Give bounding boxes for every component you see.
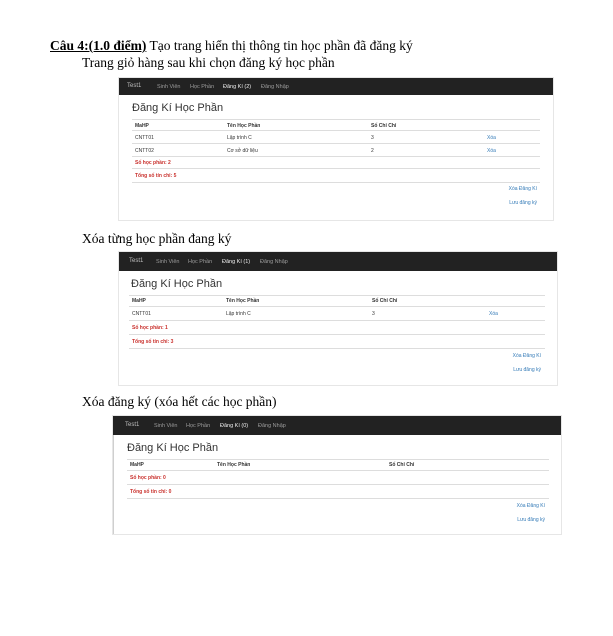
row-code: CNTT01 — [132, 311, 151, 317]
window-border — [113, 435, 114, 534]
column-header-name: Tên Học Phần — [227, 123, 261, 129]
column-header-credits: Số Chỉ Chỉ — [371, 123, 397, 129]
column-header-name: Tên Học Phần — [217, 462, 251, 468]
course-count: Số học phần: 0 — [130, 475, 166, 481]
screenshot-delete-one: Test1 Sinh Viên Học Phần Đăng Kí (1) Đăn… — [119, 252, 557, 385]
divider — [129, 306, 545, 307]
divider — [132, 143, 540, 144]
row-credits: 3 — [371, 135, 374, 141]
divider — [129, 295, 545, 296]
save-registration-button[interactable]: Lưu đăng ký — [513, 367, 541, 373]
nav-item-hoc-phan[interactable]: Học Phần — [186, 423, 210, 429]
question-label: Câu 4:(1.0 điểm) — [50, 38, 147, 53]
credit-total: Tổng số tín chỉ: 5 — [135, 173, 177, 179]
divider — [127, 498, 549, 499]
nav-brand[interactable]: Test1 — [125, 422, 139, 428]
divider — [127, 470, 549, 471]
divider — [132, 156, 540, 157]
question-text: Tạo trang hiển thị thông tin học phần đã… — [146, 38, 413, 53]
caption-delete-all: Xóa đăng ký (xóa hết các học phần) — [82, 394, 277, 409]
column-header-code: MaHP — [130, 462, 144, 468]
credit-total: Tổng số tín chỉ: 3 — [132, 339, 174, 345]
divider — [132, 130, 540, 131]
nav-item-hoc-phan[interactable]: Học Phần — [190, 84, 214, 90]
nav-brand[interactable]: Test1 — [127, 83, 141, 89]
nav-item-dang-nhap[interactable]: Đăng Nhập — [261, 84, 289, 90]
divider — [127, 484, 549, 485]
course-count: Số học phần: 1 — [132, 325, 168, 331]
nav-item-sinh-vien[interactable]: Sinh Viên — [157, 84, 180, 90]
caption-cart: Trang giỏ hàng sau khi chọn đăng ký học … — [82, 55, 335, 70]
column-header-credits: Số Chỉ Chỉ — [389, 462, 415, 468]
divider — [129, 320, 545, 321]
nav-item-dang-ki[interactable]: Đăng Kí (0) — [220, 423, 248, 429]
row-credits: 2 — [371, 148, 374, 154]
column-header-code: MaHP — [132, 298, 146, 304]
navbar: Test1 Sinh Viên Học Phần Đăng Kí (2) Đăn… — [119, 78, 553, 95]
clear-registration-button[interactable]: Xóa Đăng Kí — [517, 503, 545, 509]
nav-item-hoc-phan[interactable]: Học Phần — [188, 259, 212, 265]
delete-link[interactable]: Xóa — [487, 135, 496, 141]
credit-total: Tổng số tín chỉ: 0 — [130, 489, 172, 495]
divider — [132, 182, 540, 183]
page-title: Đăng Kí Học Phần — [127, 442, 219, 454]
column-header-name: Tên Học Phần — [226, 298, 260, 304]
clear-registration-button[interactable]: Xóa Đăng Kí — [509, 186, 537, 192]
nav-item-dang-ki[interactable]: Đăng Kí (2) — [223, 84, 251, 90]
nav-item-sinh-vien[interactable]: Sinh Viên — [154, 423, 177, 429]
divider — [129, 348, 545, 349]
column-header-credits: Số Chỉ Chỉ — [372, 298, 398, 304]
delete-link[interactable]: Xóa — [487, 148, 496, 154]
navbar: Test1 Sinh Viên Học Phần Đăng Kí (0) Đăn… — [113, 416, 561, 435]
question-heading: Câu 4:(1.0 điểm) Tạo trang hiển thị thôn… — [50, 38, 413, 54]
divider — [129, 334, 545, 335]
divider — [132, 119, 540, 120]
row-name: Cơ sở dữ liệu — [227, 148, 258, 154]
row-name: Lập trình C — [227, 135, 252, 141]
screenshot-delete-all: Test1 Sinh Viên Học Phần Đăng Kí (0) Đăn… — [113, 416, 561, 534]
navbar: Test1 Sinh Viên Học Phần Đăng Kí (1) Đăn… — [119, 252, 557, 271]
nav-item-sinh-vien[interactable]: Sinh Viên — [156, 259, 179, 265]
row-name: Lập trình C — [226, 311, 251, 317]
row-code: CNTT01 — [135, 135, 154, 141]
nav-item-dang-nhap[interactable]: Đăng Nhập — [260, 259, 288, 265]
clear-registration-button[interactable]: Xóa Đăng Kí — [513, 353, 541, 359]
column-header-code: MaHP — [135, 123, 149, 129]
save-registration-button[interactable]: Lưu đăng ký — [509, 200, 537, 206]
caption-delete-one: Xóa từng học phần đang ký — [82, 231, 232, 246]
course-count: Số học phần: 2 — [135, 160, 171, 166]
save-registration-button[interactable]: Lưu đăng ký — [517, 517, 545, 523]
nav-item-dang-ki[interactable]: Đăng Kí (1) — [222, 259, 250, 265]
delete-link[interactable]: Xóa — [489, 311, 498, 317]
page-title: Đăng Kí Học Phần — [131, 278, 223, 290]
row-code: CNTT02 — [135, 148, 154, 154]
page-title: Đăng Kí Học Phần — [132, 102, 224, 114]
row-credits: 3 — [372, 311, 375, 317]
divider — [127, 459, 549, 460]
divider — [132, 168, 540, 169]
screenshot-cart: Test1 Sinh Viên Học Phần Đăng Kí (2) Đăn… — [119, 78, 553, 220]
nav-item-dang-nhap[interactable]: Đăng Nhập — [258, 423, 286, 429]
nav-brand[interactable]: Test1 — [129, 258, 143, 264]
